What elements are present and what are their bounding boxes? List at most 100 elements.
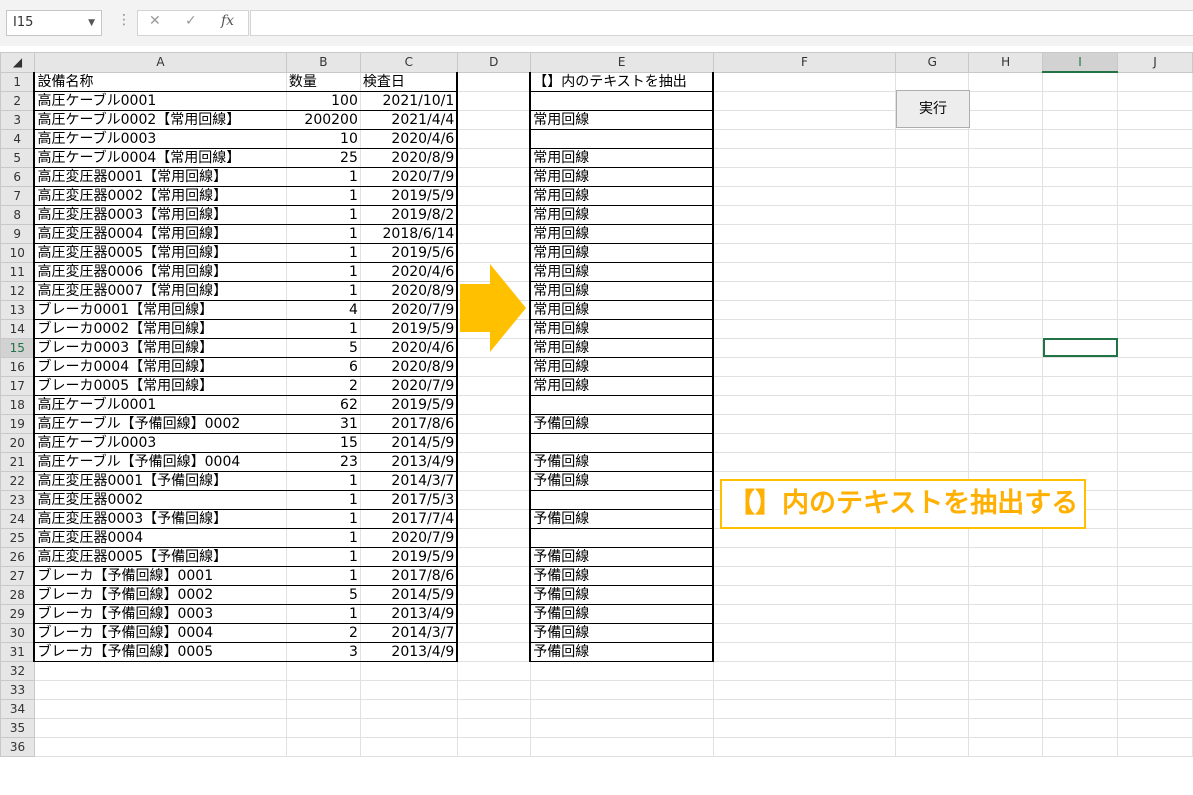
row-header[interactable]: 15 xyxy=(0,337,35,358)
cell-e[interactable]: 予備回線 xyxy=(529,508,715,529)
cell-i[interactable] xyxy=(1042,546,1119,567)
cell-c[interactable]: 2021/4/4 xyxy=(359,109,459,130)
cell-a[interactable]: 高圧ケーブル【予備回線】0002 xyxy=(33,413,287,434)
cell-b[interactable]: 23 xyxy=(285,451,361,472)
cell-e[interactable] xyxy=(529,717,714,738)
row-header[interactable]: 9 xyxy=(0,223,35,244)
cell-c[interactable]: 2018/6/14 xyxy=(359,223,459,244)
cell-h[interactable] xyxy=(968,736,1044,757)
cell-i[interactable] xyxy=(1042,71,1119,92)
column-header-e[interactable]: E xyxy=(529,52,714,73)
cell-b[interactable]: 31 xyxy=(285,413,361,434)
row-header[interactable]: 12 xyxy=(0,280,35,301)
cell-f[interactable] xyxy=(712,356,897,377)
cell-j[interactable] xyxy=(1117,413,1193,434)
cell-h[interactable] xyxy=(968,337,1044,358)
cell-f[interactable] xyxy=(712,622,897,643)
cell-d[interactable] xyxy=(456,546,531,567)
cell-g[interactable] xyxy=(895,413,970,434)
cell-h[interactable] xyxy=(968,660,1044,681)
cell-d[interactable] xyxy=(456,660,531,681)
cell-j[interactable] xyxy=(1117,375,1193,396)
row-header[interactable]: 28 xyxy=(0,584,35,605)
cell-j[interactable] xyxy=(1117,470,1193,491)
cell-d[interactable] xyxy=(456,432,531,453)
cell-d[interactable] xyxy=(456,71,531,92)
cell-d[interactable] xyxy=(456,584,531,605)
cell-j[interactable] xyxy=(1117,698,1193,719)
cell-j[interactable] xyxy=(1117,508,1193,529)
row-header[interactable]: 16 xyxy=(0,356,35,377)
cell-a[interactable]: 高圧変圧器0001【常用回線】 xyxy=(33,166,287,187)
cell-e[interactable]: 常用回線 xyxy=(529,375,715,396)
cell-c[interactable] xyxy=(359,679,458,700)
cell-a[interactable]: ブレーカ【予備回線】0005 xyxy=(33,641,287,662)
cell-f[interactable] xyxy=(712,204,897,225)
cell-c[interactable]: 2019/5/9 xyxy=(359,318,459,339)
cell-j[interactable] xyxy=(1117,185,1193,206)
cell-i[interactable] xyxy=(1042,223,1119,244)
cell-j[interactable] xyxy=(1117,128,1193,149)
cell-h[interactable] xyxy=(968,375,1044,396)
cell-g[interactable] xyxy=(895,584,970,605)
row-header[interactable]: 36 xyxy=(0,736,35,757)
cell-j[interactable] xyxy=(1117,394,1193,415)
cell-d[interactable] xyxy=(456,128,531,149)
cell-f[interactable] xyxy=(712,185,897,206)
cell-e[interactable]: 常用回線 xyxy=(529,185,715,206)
cell-h[interactable] xyxy=(968,413,1044,434)
cell-j[interactable] xyxy=(1117,451,1193,472)
cell-f[interactable] xyxy=(712,318,897,339)
cancel-icon[interactable]: ✕ xyxy=(149,13,161,29)
check-icon[interactable]: ✓ xyxy=(185,13,197,29)
row-header[interactable]: 2 xyxy=(0,90,35,111)
cell-f[interactable] xyxy=(712,242,897,263)
cell-g[interactable] xyxy=(895,546,970,567)
cell-c[interactable]: 2013/4/9 xyxy=(359,603,459,624)
cell-i[interactable] xyxy=(1042,299,1119,320)
cell-g[interactable] xyxy=(895,622,970,643)
formula-input[interactable] xyxy=(250,10,1193,36)
cell-j[interactable] xyxy=(1117,242,1193,263)
cell-d[interactable] xyxy=(456,622,531,643)
cell-j[interactable] xyxy=(1117,717,1193,738)
cell-b[interactable]: 200200 xyxy=(285,109,361,130)
cell-a[interactable]: ブレーカ【予備回線】0001 xyxy=(33,565,287,586)
row-header[interactable]: 23 xyxy=(0,489,35,510)
cell-i[interactable] xyxy=(1042,242,1119,263)
cell-c[interactable] xyxy=(359,736,458,757)
cell-g[interactable] xyxy=(895,641,970,662)
cell-g[interactable] xyxy=(895,71,970,92)
row-header[interactable]: 3 xyxy=(0,109,35,130)
cell-h[interactable] xyxy=(968,603,1044,624)
cell-b[interactable]: 1 xyxy=(285,565,361,586)
row-header[interactable]: 4 xyxy=(0,128,35,149)
cell-b[interactable]: 25 xyxy=(285,147,361,168)
cell-g[interactable] xyxy=(895,717,970,738)
cell-e[interactable] xyxy=(529,90,715,111)
cell-j[interactable] xyxy=(1117,71,1193,92)
cell-a[interactable] xyxy=(33,698,287,719)
cell-j[interactable] xyxy=(1117,736,1193,757)
cell-a[interactable]: 高圧変圧器0002 xyxy=(33,489,287,510)
cell-b[interactable]: 1 xyxy=(285,489,361,510)
cell-b[interactable]: 15 xyxy=(285,432,361,453)
row-header[interactable]: 22 xyxy=(0,470,35,491)
cell-b[interactable]: 1 xyxy=(285,242,361,263)
cell-a[interactable]: 高圧ケーブル0002【常用回線】 xyxy=(33,109,287,130)
cell-d[interactable] xyxy=(456,679,531,700)
cell-h[interactable] xyxy=(968,90,1044,111)
cell-h[interactable] xyxy=(968,622,1044,643)
cell-j[interactable] xyxy=(1117,90,1193,111)
cell-b[interactable] xyxy=(285,660,361,681)
cell-g[interactable] xyxy=(895,337,970,358)
cell-f[interactable] xyxy=(712,679,897,700)
cell-e[interactable]: 予備回線 xyxy=(529,603,715,624)
row-header[interactable]: 1 xyxy=(0,71,35,92)
cell-b[interactable]: 6 xyxy=(285,356,361,377)
cell-d[interactable] xyxy=(456,394,531,415)
row-header[interactable]: 6 xyxy=(0,166,35,187)
row-header[interactable]: 25 xyxy=(0,527,35,548)
cell-c[interactable]: 2014/3/7 xyxy=(359,622,459,643)
cell-c[interactable] xyxy=(359,717,458,738)
